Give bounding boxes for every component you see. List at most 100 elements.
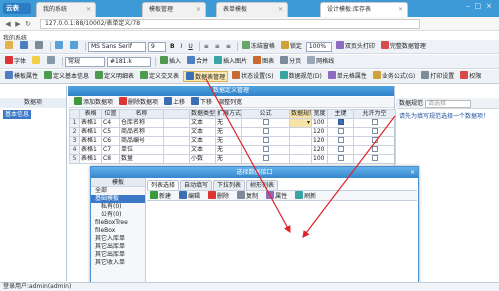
tree-item[interactable]: 全部 [91,187,145,195]
table-cell[interactable]: C8 [101,154,120,164]
define-detail-button[interactable]: 定义明细表 [93,71,136,82]
tree-item[interactable]: 其它入库单 [91,235,145,243]
table-cell[interactable]: 100 [311,118,328,128]
tree-item-basic-info[interactable]: 基本信息 [3,110,32,119]
table-row[interactable]: 4 表格1 C7 单位 文本 无 120 [69,145,396,155]
tree-item[interactable]: 公有(0) [91,211,145,219]
tab-list-select[interactable]: 列表选择 [147,180,180,190]
print-settings-button[interactable]: 打印设置 [419,71,456,82]
move-up-button[interactable]: 上移 [162,96,187,108]
business-formula-button[interactable]: 业务公式(G) [371,71,417,82]
lock-button[interactable]: 锁定 [279,41,304,52]
fill-color-button[interactable] [30,56,43,67]
table-row[interactable]: 5 表格1 C8 数量 小数 无 100 [69,154,396,164]
table-cell[interactable]: 100 [311,154,328,164]
print-button[interactable] [33,41,46,52]
permissions-button[interactable]: 权限 [458,71,483,82]
table-cell[interactable]: 文本 [189,145,216,155]
primary-key-checkbox[interactable] [337,119,344,125]
close-icon[interactable]: × [196,3,201,16]
back-icon[interactable]: ◀ [3,20,13,28]
refresh-button[interactable]: 刷新 [295,191,316,200]
table-cell[interactable]: C6 [101,136,120,146]
table-cell[interactable] [241,145,290,155]
table-cell[interactable]: 小数 [189,154,216,164]
tree-item[interactable]: fileBoxTree [91,219,145,227]
dialog-close-icon[interactable]: × [410,167,415,178]
tree-item[interactable]: 私有(0) [91,203,145,211]
delete-button[interactable]: 删除 [208,191,229,200]
column-header[interactable]: 宽度 [311,109,328,119]
align-left-button[interactable]: ≡ [202,41,211,52]
column-header[interactable]: 扩展方式 [215,109,242,119]
table-cell[interactable]: 仓库名称 [119,118,164,128]
tab-template-manager[interactable]: 模板管理 × [142,2,206,17]
column-header[interactable]: 数据规范 [289,109,312,119]
close-icon[interactable]: × [86,3,91,16]
adjust-width-button[interactable]: 调整列宽 [216,97,244,108]
primary-key-checkbox[interactable] [337,137,344,143]
close-icon[interactable]: × [278,3,283,16]
minimize-icon[interactable]: – [466,2,475,10]
table-cell[interactable]: 表格1 [79,145,102,155]
bold-button[interactable]: B [168,41,177,52]
tab-form-template[interactable]: 表单模板 × [216,2,288,17]
formula-checkbox[interactable] [262,119,269,125]
complete-data-button[interactable]: 完整数据管理 [379,41,428,52]
align-right-button[interactable]: ≡ [224,41,233,52]
table-cell[interactable]: 表格1 [79,154,102,164]
table-cell[interactable] [353,154,396,164]
primary-key-checkbox[interactable] [337,128,344,134]
save-button[interactable] [18,41,31,52]
table-cell[interactable] [289,154,312,164]
column-header[interactable]: 主键 [327,109,354,119]
font-color-button[interactable]: 字体 [3,56,28,67]
allow-null-checkbox[interactable] [371,155,378,161]
allow-null-checkbox[interactable] [371,128,378,134]
table-cell[interactable] [353,136,396,146]
border-button[interactable] [45,56,58,67]
data-table-manager-button[interactable]: 数据表管理 [183,71,229,82]
table-cell[interactable] [163,154,190,164]
table-cell[interactable] [241,118,290,128]
table-row[interactable]: 2 表格1 C5 商品名称 文本 无 120 [69,127,396,137]
cell-properties-button[interactable]: 单元格属性 [326,71,369,82]
table-cell[interactable] [163,118,190,128]
table-cell[interactable]: 无 [215,154,242,164]
table-cell[interactable] [241,154,290,164]
redo-button[interactable] [68,41,81,52]
column-header[interactable] [163,109,190,119]
allow-null-checkbox[interactable] [371,146,378,152]
table-cell[interactable]: 商品编号 [119,136,164,146]
table-row[interactable]: 3 表格1 C6 商品编号 文本 无 120 [69,136,396,146]
properties-button[interactable]: 属性 [266,191,287,200]
repeat-header-button[interactable]: 双页头打印 [334,41,377,52]
table-cell[interactable]: 文本 [189,127,216,137]
tab-my-system[interactable]: 我的系统 × [36,2,96,17]
close-icon[interactable]: × [398,3,403,16]
number-format-select[interactable]: 常规 [65,56,106,67]
table-cell[interactable] [327,136,354,146]
table-cell[interactable] [289,136,312,146]
font-size-select[interactable]: 9 [148,41,166,52]
table-cell[interactable]: 数量 [119,154,164,164]
allow-null-checkbox[interactable] [371,137,378,143]
font-name-select[interactable]: MS Sans Serif [88,41,146,52]
page-break-button[interactable]: 分页 [278,56,303,67]
table-cell[interactable]: 无 [215,118,242,128]
table-cell[interactable] [241,127,290,137]
insert-button[interactable]: 插入 [158,56,183,67]
open-button[interactable] [3,41,16,52]
column-header[interactable]: 表格 [79,109,102,119]
allow-null-checkbox[interactable] [371,119,378,125]
insert-image-button[interactable]: 插入图片 [212,56,249,67]
primary-key-checkbox[interactable] [337,155,344,161]
table-cell[interactable]: 无 [215,136,242,146]
align-center-button[interactable]: ≡ [213,41,222,52]
tree-item[interactable]: fileBox [91,227,145,235]
table-cell[interactable] [327,145,354,155]
window-controls[interactable]: –□× [466,2,497,10]
tab-dropdown-list[interactable]: 下拉列表 [213,180,246,190]
table-cell[interactable]: C4 [101,118,120,128]
grid-lines-button[interactable]: 网格线 [305,56,336,67]
